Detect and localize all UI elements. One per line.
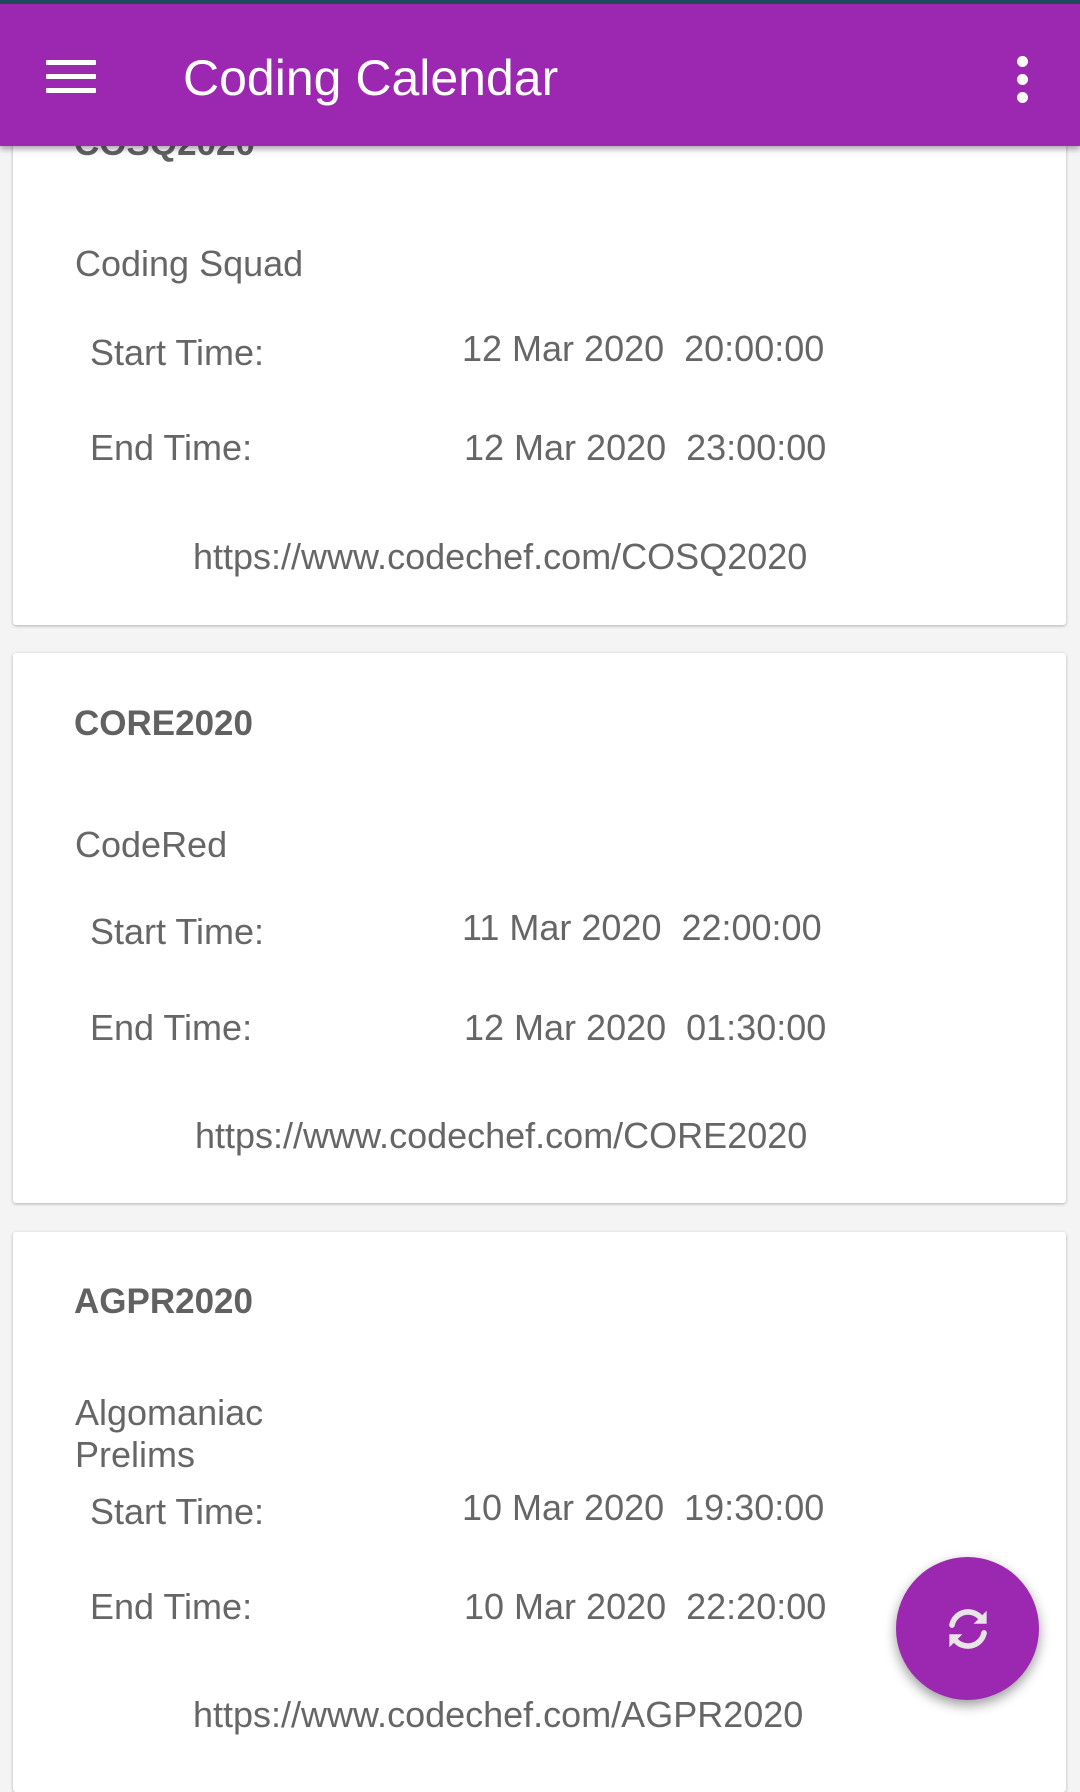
start-time-label: Start Time: <box>90 911 265 952</box>
end-time-label: End Time: <box>90 427 253 468</box>
end-time-value: 12 Mar 2020 01:30:00 <box>464 1007 827 1048</box>
contest-code: AGPR2020 <box>74 1282 253 1321</box>
app-bar: Coding Calendar <box>0 4 1080 146</box>
refresh-icon <box>949 1609 987 1649</box>
status-bar-edge <box>0 0 1080 4</box>
start-time-value: 11 Mar 2020 22:00:00 <box>462 907 822 948</box>
contest-name: Coding Squad <box>75 243 304 284</box>
refresh-button[interactable] <box>896 1557 1039 1700</box>
start-time-value: 12 Mar 2020 20:00:00 <box>462 328 825 369</box>
end-time-value: 10 Mar 2020 22:20:00 <box>464 1586 827 1627</box>
contest-name: Algomaniac Prelims <box>75 1392 264 1475</box>
end-time-label: End Time: <box>90 1007 253 1048</box>
contest-code: CORE2020 <box>74 704 253 743</box>
start-time-value: 10 Mar 2020 19:30:00 <box>462 1487 825 1528</box>
contest-link[interactable]: https://www.codechef.com/CORE2020 <box>195 1114 807 1158</box>
start-time-label: Start Time: <box>90 1491 265 1532</box>
more-vertical-icon[interactable] <box>1010 56 1036 104</box>
end-time-value: 12 Mar 2020 23:00:00 <box>464 427 827 468</box>
contest-link[interactable]: https://www.codechef.com/COSQ2020 <box>193 535 807 579</box>
contest-name: CodeRed <box>75 824 228 865</box>
end-time-label: End Time: <box>90 1586 253 1627</box>
app-title: Coding Calendar <box>183 50 559 106</box>
start-time-label: Start Time: <box>90 332 265 373</box>
contest-card[interactable]: CORE2020 CodeRed Start Time: 11 Mar 2020… <box>13 653 1066 1203</box>
contest-card[interactable]: AGPR2020 Algomaniac Prelims Start Time: … <box>13 1232 1066 1792</box>
menu-icon[interactable] <box>46 58 96 94</box>
contest-link[interactable]: https://www.codechef.com/AGPR2020 <box>193 1693 803 1737</box>
contest-card[interactable]: COSQ2020 Coding Squad Start Time: 12 Mar… <box>13 80 1066 625</box>
